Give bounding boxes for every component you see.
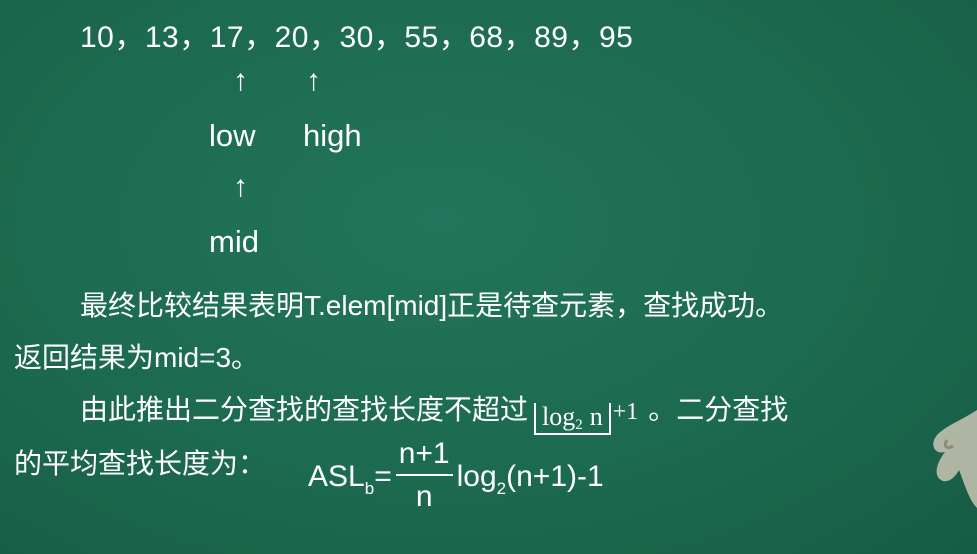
bound-text-suffix: 。二分查找: [648, 394, 789, 425]
log-term: log: [456, 459, 497, 493]
plus-one: +1: [612, 399, 639, 425]
formula-tail: (n+1)-1: [506, 459, 604, 493]
result-text-line-1: 最终比较结果表明T.elem[mid]正是待查元素，查找成功。: [80, 290, 784, 321]
mid-pointer-arrow: ↑: [233, 170, 248, 203]
mid-label: mid: [209, 224, 259, 259]
presenter-hand-image: [933, 410, 977, 508]
low-pointer-arrow: ↑: [233, 64, 248, 97]
log-base: 2: [496, 478, 507, 498]
high-label: high: [303, 118, 362, 153]
result-text-line-2: 返回结果为mid=3。: [14, 342, 260, 373]
floor-expression: log2 n: [534, 403, 611, 435]
floor-log-base: 2: [575, 417, 583, 433]
equals-sign: =: [374, 459, 392, 493]
floor-n: n: [589, 402, 603, 431]
bound-text-line: 由此推出二分查找的查找长度不超过 log2 n +1 。二分查找: [80, 388, 788, 435]
sorted-sequence: 10，13，17，20，30，55，68，89，95: [80, 21, 634, 54]
floor-log: log: [542, 402, 576, 431]
high-pointer-arrow: ↑: [306, 64, 321, 97]
bound-text-prefix: 由此推出二分查找的查找长度不超过: [80, 394, 529, 425]
low-label: low: [209, 118, 256, 153]
average-length-label: 的平均查找长度为：: [14, 448, 267, 479]
fraction-numerator: n+1: [395, 434, 453, 476]
asl-symbol: ASL: [308, 459, 365, 493]
asl-formula: ASLb= n+1 n log2(n+1)-1: [308, 436, 604, 520]
fraction-denominator: n: [415, 480, 433, 513]
asl-subscript: b: [364, 478, 375, 498]
fraction: n+1 n: [395, 434, 453, 518]
